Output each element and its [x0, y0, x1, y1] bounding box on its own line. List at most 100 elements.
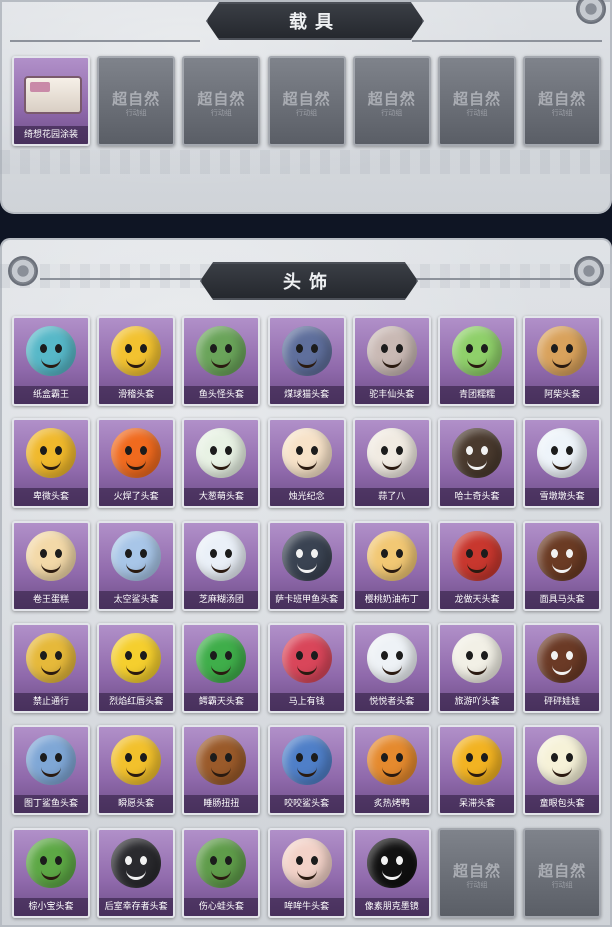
dog-head-icon [452, 428, 502, 479]
cloud-icon [366, 632, 417, 683]
worried-face-icon [26, 428, 76, 479]
item-card[interactable]: 卑微头套 [12, 418, 90, 509]
item-card[interactable]: 棕小宝头套 [12, 827, 90, 918]
item-card[interactable]: 烛光纪念 [267, 418, 346, 509]
item-card[interactable]: 火焊了头套 [97, 418, 176, 509]
bite-shark-icon [281, 735, 332, 786]
item-card[interactable]: 悦悦者头套 [352, 622, 431, 713]
locked-sub: 行动组 [125, 109, 147, 117]
pixel-sunglasses-icon [366, 837, 417, 888]
item-card[interactable]: 马上有钱 [267, 622, 346, 713]
item-label: 像素朋克墨镜 [354, 897, 429, 916]
item-label: 咬咬鲨头套 [269, 795, 344, 814]
fire-icon [111, 428, 162, 479]
garlic-icon [366, 428, 417, 479]
item-card[interactable]: 大葱萌头套 [182, 418, 261, 509]
locked-sub: 行动组 [551, 880, 573, 889]
item-card[interactable]: 樱桃奶油布丁 [352, 520, 431, 611]
shiba-icon [537, 326, 588, 376]
head-section-title: 头饰 [200, 262, 418, 300]
item-label: 纸盒霸王 [14, 386, 88, 404]
stare-face-icon [452, 735, 502, 786]
doll-icon [537, 632, 588, 683]
item-card[interactable]: 禁止通行 [12, 622, 90, 713]
item-card[interactable]: 咬咬鲨头套 [267, 725, 346, 816]
item-card[interactable]: 烈焰红唇头套 [97, 622, 176, 713]
item-card[interactable]: 图丁鲨鱼头套 [12, 725, 90, 816]
item-label: 卑微头套 [14, 488, 88, 507]
item-card[interactable]: 煤球猫头套 [267, 316, 346, 406]
fish-icon [281, 530, 332, 581]
item-card[interactable]: 绮想花园涂装 [12, 56, 90, 146]
vehicle-panel: 载具 绮想花园涂装 超自然 行动组 超自然 行动组 超自然 行动组 超自然 行动组 超自然 行动组超… [0, 0, 612, 214]
scallion-icon [196, 428, 247, 479]
item-card[interactable]: 芝麻糊汤团 [182, 520, 261, 611]
item-label: 童眼包头套 [525, 795, 600, 814]
item-card[interactable]: 纸盒霸王 [12, 316, 90, 406]
cat-head-icon [281, 326, 332, 376]
item-label: 蒜了八 [354, 488, 429, 507]
item-card[interactable]: 睡肠扭扭 [182, 725, 261, 816]
item-label: 驼丰仙头套 [354, 386, 429, 404]
vehicle-section-title: 载具 [206, 2, 424, 40]
locked-logo: 超自然 [452, 90, 501, 108]
red-horse-icon [281, 632, 332, 683]
item-card[interactable]: 炙热烤鸭 [352, 725, 431, 816]
item-card[interactable]: 雪墩墩头套 [523, 418, 602, 509]
item-card[interactable]: 太空鲨头套 [97, 520, 176, 611]
locked-slot[interactable]: 超自然 行动组 [438, 56, 516, 146]
item-label: 砰砰娃娃 [525, 692, 600, 711]
food-truck-icon [24, 76, 82, 114]
item-card[interactable]: 卷王蛋糕 [12, 520, 90, 611]
item-label: 马上有钱 [269, 692, 344, 711]
item-card[interactable]: 驼丰仙头套 [352, 316, 431, 406]
item-card[interactable]: 哈士奇头套 [438, 418, 516, 509]
item-label: 青团糯糯 [440, 386, 514, 404]
item-label: 旅游吖头套 [440, 692, 514, 711]
item-label: 哈士奇头套 [440, 488, 514, 507]
item-card[interactable]: 鱼头怪头套 [182, 316, 261, 406]
locked-sub: 行动组 [296, 109, 318, 117]
item-label: 瞬愿头套 [99, 795, 174, 814]
cow-icon [281, 837, 332, 888]
item-label: 绮想花园涂装 [14, 126, 88, 144]
cake-roll-icon [26, 530, 76, 581]
locked-slot[interactable]: 超自然 行动组 [352, 56, 431, 146]
item-card[interactable]: 童眼包头套 [523, 725, 602, 816]
duck-icon [452, 632, 502, 683]
item-card[interactable]: 面具马头套 [523, 520, 602, 611]
item-card[interactable]: 鳄霸天头套 [182, 622, 261, 713]
zongzi-icon [26, 837, 76, 888]
fish-head-icon [196, 326, 247, 376]
item-card[interactable]: 砰砰娃娃 [523, 622, 602, 713]
item-card[interactable]: 像素朋克墨镜 [352, 827, 431, 918]
item-card[interactable]: 哞哞牛头套 [267, 827, 346, 918]
shark-hat-icon [26, 735, 76, 786]
locked-slot[interactable]: 超自然 行动组 [97, 56, 176, 146]
item-card[interactable]: 后室幸存者头套 [97, 827, 176, 918]
item-label: 龙做天头套 [440, 590, 514, 609]
item-label: 后室幸存者头套 [99, 897, 174, 916]
item-card[interactable]: 旅游吖头套 [438, 622, 516, 713]
item-card[interactable]: 呆滞头套 [438, 725, 516, 816]
item-card[interactable]: 滑稽头套 [97, 316, 176, 406]
locked-slot[interactable]: 超自然 行动组 [523, 56, 602, 146]
item-card[interactable]: 青团糯糯 [438, 316, 516, 406]
item-card[interactable]: 伤心蛙头套 [182, 827, 261, 918]
item-card[interactable]: 龙做天头套 [438, 520, 516, 611]
item-label: 大葱萌头套 [184, 488, 259, 507]
divider-line [40, 278, 202, 280]
locked-slot[interactable]: 超自然 行动组 [438, 827, 516, 918]
item-card[interactable]: 萨卡班甲鱼头套 [267, 520, 346, 611]
gas-mask-icon [111, 837, 162, 888]
locked-slot[interactable]: 超自然 行动组 [182, 56, 261, 146]
crocodile-icon [196, 632, 247, 683]
locked-slot[interactable]: 超自然 行动组 [523, 827, 602, 918]
item-card[interactable]: 蒜了八 [352, 418, 431, 509]
corner-ornament-icon [576, 0, 606, 24]
dragon-icon [452, 530, 502, 581]
locked-slot[interactable]: 超自然 行动组 [267, 56, 346, 146]
item-card[interactable]: 瞬愿头套 [97, 725, 176, 816]
item-label: 煤球猫头套 [269, 386, 344, 404]
item-card[interactable]: 阿柴头套 [523, 316, 602, 406]
